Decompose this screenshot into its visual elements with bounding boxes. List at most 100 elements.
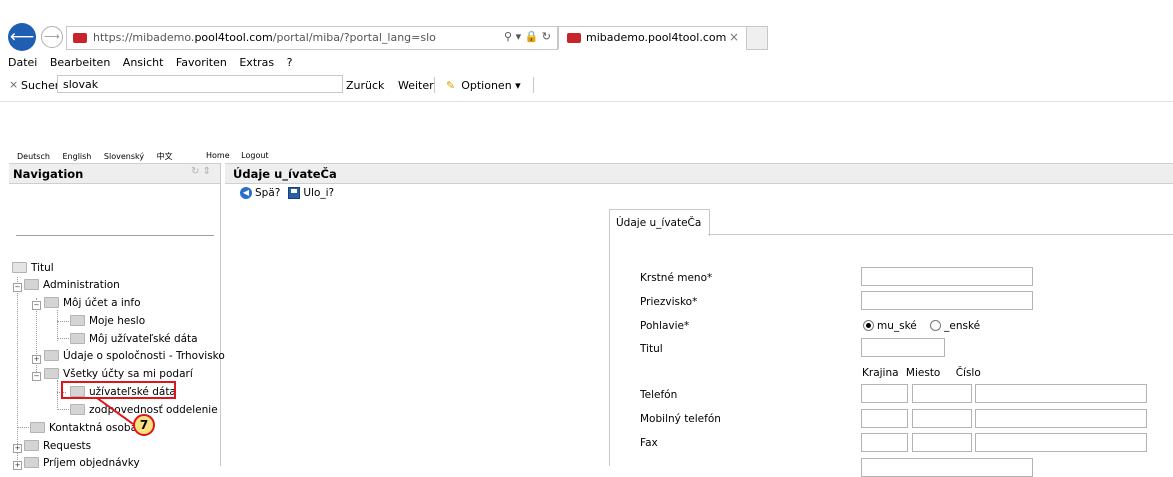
form-border — [609, 235, 610, 466]
menu-bearbeiten[interactable]: Bearbeiten — [50, 56, 110, 69]
tree-item-moj-uzivatelske-data[interactable]: Môj užívateľské dáta — [70, 332, 198, 345]
phone-column-headers: Krajina Miesto Číslo — [862, 367, 981, 379]
lang-slovensky[interactable]: Slovenský — [104, 152, 144, 161]
radio-unselected-icon — [930, 319, 942, 331]
page-title: Údaje u_ívateČa — [233, 167, 337, 181]
expand-icon[interactable]: + — [32, 355, 41, 364]
tree-line — [57, 380, 58, 410]
logout-link[interactable]: Logout — [241, 151, 268, 160]
tree-item-prijem-objednavky[interactable]: Príjem objednávky — [24, 456, 140, 469]
back-icon: ◀ — [240, 187, 252, 199]
area-header: Miesto — [905, 367, 941, 379]
step-number-badge: 7 — [133, 414, 155, 436]
tree-item-vsetky-ucty[interactable]: Všetky účty sa mi podarí — [44, 367, 193, 380]
tree-line — [17, 277, 18, 462]
expand-icon[interactable]: + — [13, 444, 22, 453]
tree-root-titul[interactable]: Titul — [12, 261, 54, 274]
menu-extras[interactable]: Extras — [239, 56, 274, 69]
first-name-input[interactable] — [861, 267, 1033, 286]
last-name-label: Priezvisko* — [640, 296, 698, 308]
drive-icon — [12, 261, 27, 273]
top-links: Home Logout — [206, 151, 278, 160]
collapse-icon[interactable]: − — [13, 283, 22, 292]
tree-line — [17, 427, 29, 428]
find-separator — [533, 77, 534, 93]
navigation-title: Navigation — [13, 167, 84, 181]
home-link[interactable]: Home — [206, 151, 230, 160]
folder-icon — [30, 421, 45, 433]
number-header: Číslo — [955, 367, 981, 379]
fax-area-input[interactable] — [912, 433, 972, 452]
last-name-input[interactable] — [861, 291, 1033, 310]
tree-item-moje-heslo[interactable]: Moje heslo — [70, 314, 145, 327]
tree-item-moj-ucet[interactable]: Môj účet a info — [44, 296, 141, 309]
menu-ansicht[interactable]: Ansicht — [123, 56, 164, 69]
find-input[interactable]: slovak — [57, 75, 343, 93]
url-text[interactable]: https://mibademo.pool4tool.com/portal/mi… — [93, 31, 436, 44]
collapse-icon[interactable]: − — [32, 301, 41, 310]
find-options-button[interactable]: ✎ Optionen ▾ — [446, 79, 521, 92]
phone-number-input[interactable] — [975, 384, 1147, 403]
mobile-area-input[interactable] — [912, 409, 972, 428]
tree-line — [57, 409, 69, 410]
tab-title: mibademo.pool4tool.com — [586, 31, 727, 44]
gender-radio-group: mu_ské _enské — [863, 319, 980, 332]
callout-pointer — [96, 398, 134, 425]
navigation-refresh-collapse-icons[interactable]: ↻ ⇕ — [191, 166, 211, 177]
folder-icon — [24, 439, 39, 451]
lang-deutsch[interactable]: Deutsch — [17, 152, 50, 161]
tab-favicon-icon — [567, 33, 581, 43]
gender-male-radio[interactable]: mu_ské — [863, 319, 917, 332]
fax-number-input[interactable] — [975, 433, 1147, 452]
lang-english[interactable]: English — [62, 152, 91, 161]
new-tab-button[interactable] — [746, 26, 768, 50]
save-disk-icon — [288, 187, 301, 199]
navigation-header: Navigation ↻ ⇕ — [9, 163, 221, 184]
find-separator — [434, 77, 435, 93]
folder-icon — [70, 332, 85, 344]
mobile-country-input[interactable] — [861, 409, 908, 428]
tree-item-requests[interactable]: Requests — [24, 439, 91, 452]
menu-datei[interactable]: Datei — [8, 56, 37, 69]
tree-line — [57, 321, 69, 322]
folder-icon — [70, 403, 85, 415]
phone-area-input[interactable] — [912, 384, 972, 403]
tree-line — [57, 338, 69, 339]
lang-chinese[interactable]: 中文 — [157, 152, 173, 161]
folder-icon — [44, 367, 59, 379]
gender-label: Pohlavie* — [640, 320, 690, 332]
email-input[interactable] — [861, 458, 1033, 477]
folder-icon — [44, 349, 59, 361]
find-close-icon[interactable]: × — [9, 78, 18, 91]
back-toolbar-button[interactable]: ◀ Spä? — [240, 187, 280, 199]
mobile-number-input[interactable] — [975, 409, 1147, 428]
back-arrow-icon[interactable]: ⟵ — [8, 23, 36, 51]
forward-arrow-icon[interactable]: ⟶ — [41, 26, 63, 48]
menu-favoriten[interactable]: Favoriten — [176, 56, 227, 69]
content-toolbar: ◀ Spä? Ulo_i? — [240, 187, 334, 199]
folder-icon — [24, 278, 39, 290]
save-toolbar-button[interactable]: Ulo_i? — [280, 187, 334, 199]
address-search-lock-refresh-icons[interactable]: ⚲ ▾ 🔒 ↻ — [504, 30, 551, 43]
highlight-box — [61, 381, 176, 399]
browser-tab[interactable]: mibademo.pool4tool.com × — [558, 26, 748, 49]
title-input[interactable] — [861, 338, 945, 357]
menu-help[interactable]: ? — [287, 56, 293, 69]
find-previous-button[interactable]: Zurück — [346, 79, 384, 92]
tree-line — [57, 310, 58, 341]
tab-close-icon[interactable]: × — [729, 30, 739, 44]
site-favicon-icon — [73, 33, 87, 43]
phone-country-input[interactable] — [861, 384, 908, 403]
tree-item-administration[interactable]: Administration — [24, 278, 120, 291]
first-name-label: Krstné meno* — [640, 272, 713, 284]
panel-divider[interactable] — [220, 163, 221, 466]
collapse-icon[interactable]: − — [32, 372, 41, 381]
fax-country-input[interactable] — [861, 433, 908, 452]
mobile-label: Mobilný telefón — [640, 413, 721, 425]
tree-item-udaje-o-spolocnosti[interactable]: Údaje o spoločnosti - Trhovisko — [44, 349, 225, 362]
find-next-button[interactable]: Weiter — [398, 79, 434, 92]
address-bar[interactable]: https://mibademo.pool4tool.com/portal/mi… — [66, 26, 558, 50]
tab-user-data[interactable]: Údaje u_ívateČa — [609, 209, 710, 236]
gender-female-radio[interactable]: _enské — [930, 319, 980, 332]
phone-label: Telefón — [640, 389, 678, 401]
